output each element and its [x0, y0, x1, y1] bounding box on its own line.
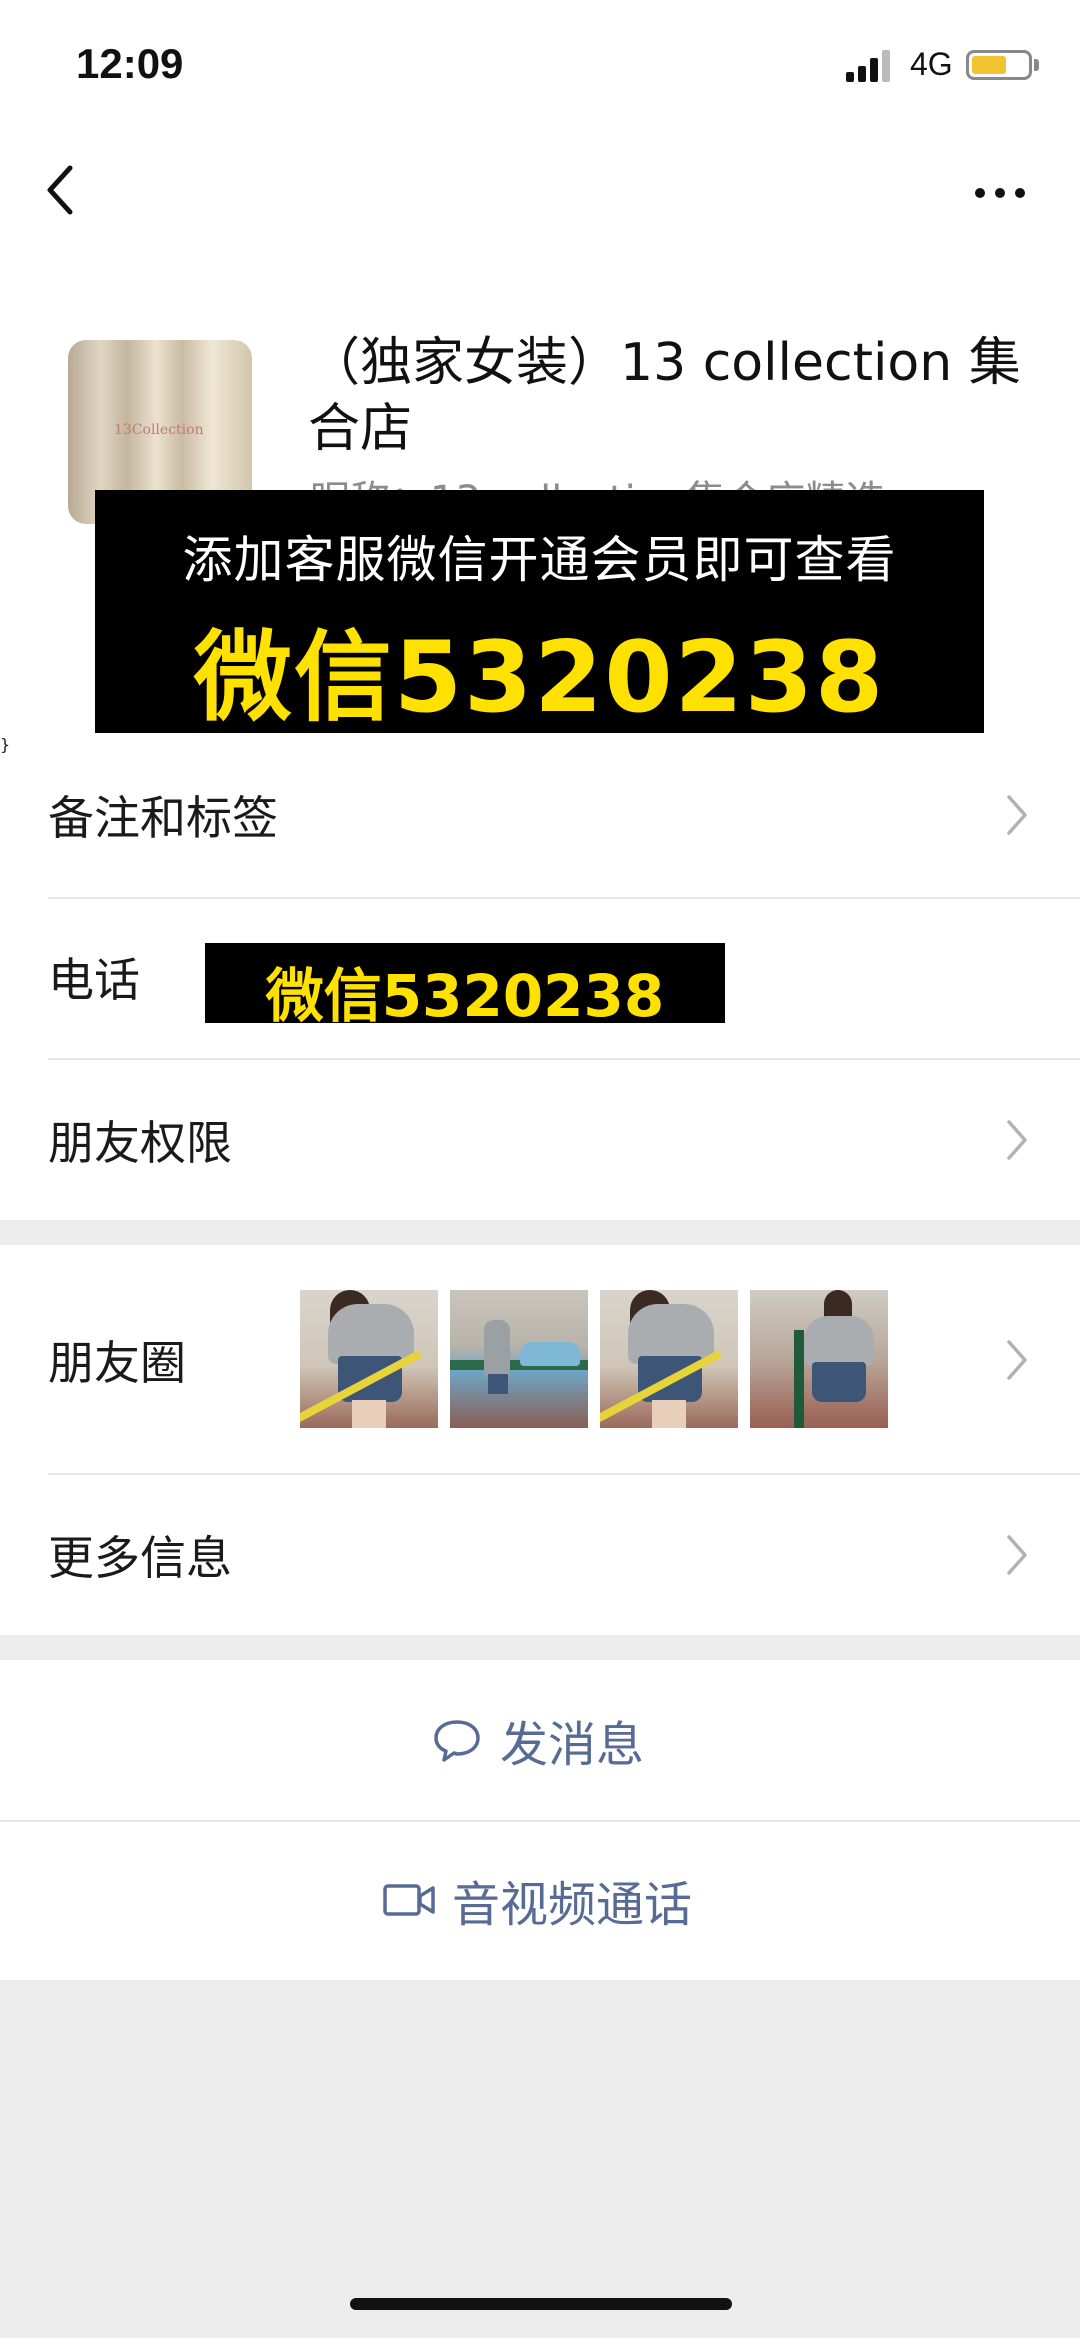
phone-label: 电话	[48, 953, 140, 1007]
battery-icon	[966, 50, 1032, 80]
phone-value: 微信5320238	[265, 962, 665, 1030]
moments-row[interactable]: 朋友圈	[0, 1245, 1080, 1475]
info-group: 备注和标签 } 电话 微信5320238 朋友权限	[0, 735, 1080, 1220]
video-call-label: 音视频通话	[452, 1877, 693, 1933]
promo-banner: 添加客服微信开通会员即可查看 微信5320238	[95, 490, 984, 735]
status-bar: 12:09 4G	[0, 0, 1080, 130]
network-label: 4G	[910, 46, 953, 82]
chevron-right-icon	[1007, 795, 1027, 835]
video-call-button[interactable]: 音视频通话	[0, 1820, 1080, 1980]
moments-group: 朋友圈 更多信息	[0, 1245, 1080, 1635]
remarks-label: 备注和标签	[48, 791, 278, 845]
send-message-button[interactable]: 发消息	[0, 1660, 1080, 1820]
status-time: 12:09	[76, 40, 184, 87]
moments-thumbnail	[450, 1290, 588, 1428]
promo-wechat-id: 微信5320238	[193, 621, 886, 735]
profile-header: 13Collection （独家女装）13 collection 集合店 昵称：…	[0, 250, 1080, 735]
home-indicator	[350, 2298, 732, 2310]
profile-name: （独家女装）13 collection 集合店	[308, 333, 1021, 459]
moments-thumbnail	[300, 1290, 438, 1428]
promo-headline: 添加客服微信开通会员即可查看	[182, 531, 897, 589]
back-icon[interactable]	[38, 160, 88, 220]
actions-group: 发消息 音视频通话	[0, 1660, 1080, 1980]
moments-thumbnail	[750, 1290, 888, 1428]
more-icon[interactable]	[970, 178, 1030, 208]
moments-label: 朋友圈	[48, 1336, 186, 1390]
moments-thumbnail	[600, 1290, 738, 1428]
chevron-right-icon	[1007, 1535, 1027, 1575]
battery-tip	[1034, 59, 1039, 71]
nav-bar	[0, 130, 1080, 250]
chat-bubble-icon	[434, 1720, 480, 1762]
phone-value-tag: 微信5320238	[205, 943, 725, 1030]
permissions-label: 朋友权限	[48, 1116, 232, 1170]
chevron-right-icon	[1007, 1120, 1027, 1160]
more-info-label: 更多信息	[48, 1531, 232, 1585]
send-message-label: 发消息	[500, 1717, 645, 1773]
permissions-row[interactable]: 朋友权限	[0, 1060, 1080, 1220]
avatar-watermark: 13Collection	[114, 422, 204, 438]
more-info-row[interactable]: 更多信息	[0, 1475, 1080, 1635]
video-camera-icon	[383, 1884, 435, 1916]
remarks-row[interactable]: 备注和标签 }	[0, 735, 1080, 895]
chevron-right-icon	[1007, 1340, 1027, 1380]
signal-icon	[846, 48, 896, 82]
